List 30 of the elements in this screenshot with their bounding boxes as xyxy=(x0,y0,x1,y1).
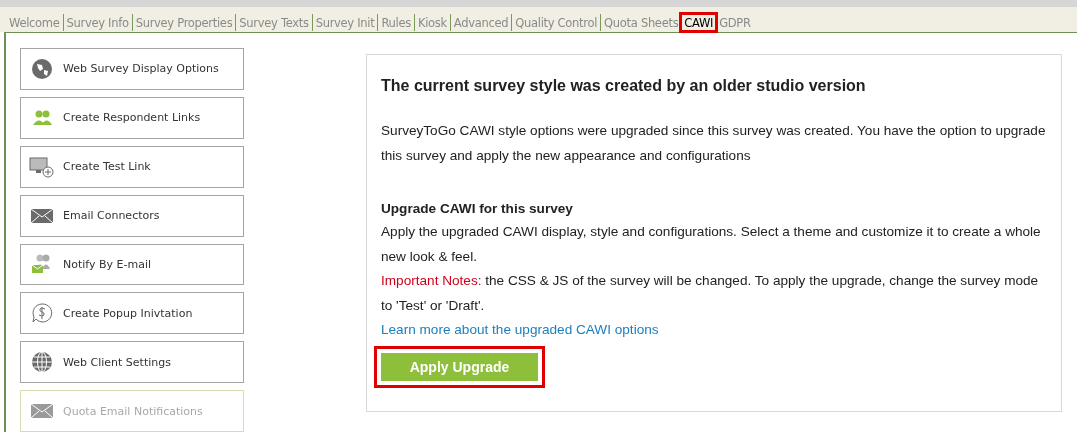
tab[interactable]: Advanced xyxy=(450,14,513,31)
section-title: Upgrade CAWI for this survey xyxy=(381,200,574,218)
tab[interactable]: CAWI xyxy=(681,14,717,31)
description-text: Apply the upgraded CAWI display, style and configurations. Select a theme and customize it to create a whole new look & feel. xyxy=(381,223,1042,266)
sidebar-button[interactable]: Web Survey Display Options xyxy=(20,48,244,90)
globe-icon xyxy=(29,351,55,374)
sidebar-button[interactable]: Notify By E-mail xyxy=(20,243,244,286)
sidebar-button[interactable]: Web Client Settings xyxy=(20,341,244,384)
tab[interactable]: Kiosk xyxy=(414,14,451,31)
globe-icon xyxy=(29,57,55,80)
important-note: Important Notes: the CSS & JS of the survey will be changed. To apply the upgrade, change the survey mode to 'Test' or 'Draft'. xyxy=(381,272,1040,315)
sidebar-button[interactable]: Create Popup Inivtation xyxy=(20,292,244,335)
tab[interactable]: Survey Texts xyxy=(236,14,313,31)
notice-title: The current survey style was created by an older studio version xyxy=(381,77,867,95)
tab[interactable]: GDPR xyxy=(716,14,754,31)
learn-more-link[interactable]: Learn more about the upgraded CAWI options xyxy=(381,318,659,342)
sidebar-button[interactable]: Create Test Link xyxy=(20,145,244,188)
tab[interactable]: Survey Info xyxy=(63,14,133,31)
apply-upgrade-button[interactable]: Apply Upgrade xyxy=(381,353,538,381)
sidebar-button[interactable]: Create Respondent Links xyxy=(20,96,244,139)
dollar-bubble-icon xyxy=(29,302,55,325)
tab[interactable]: Survey Properties xyxy=(132,14,237,31)
tab[interactable]: Quota Sheets xyxy=(601,14,682,31)
monitor-plus-icon xyxy=(29,155,55,178)
sidebar-button[interactable]: Email Connectors xyxy=(20,194,244,237)
tab[interactable]: Quality Control xyxy=(512,14,602,31)
intro-text: SurveyToGo CAWI style options were upgraded since this survey was created. You have the option to upgrade this survey and apply the new appearance and configurations xyxy=(381,122,1047,165)
tab[interactable]: Welcome xyxy=(6,14,64,31)
tab[interactable]: Survey Init xyxy=(312,14,379,31)
tab[interactable]: Rules xyxy=(378,14,415,31)
